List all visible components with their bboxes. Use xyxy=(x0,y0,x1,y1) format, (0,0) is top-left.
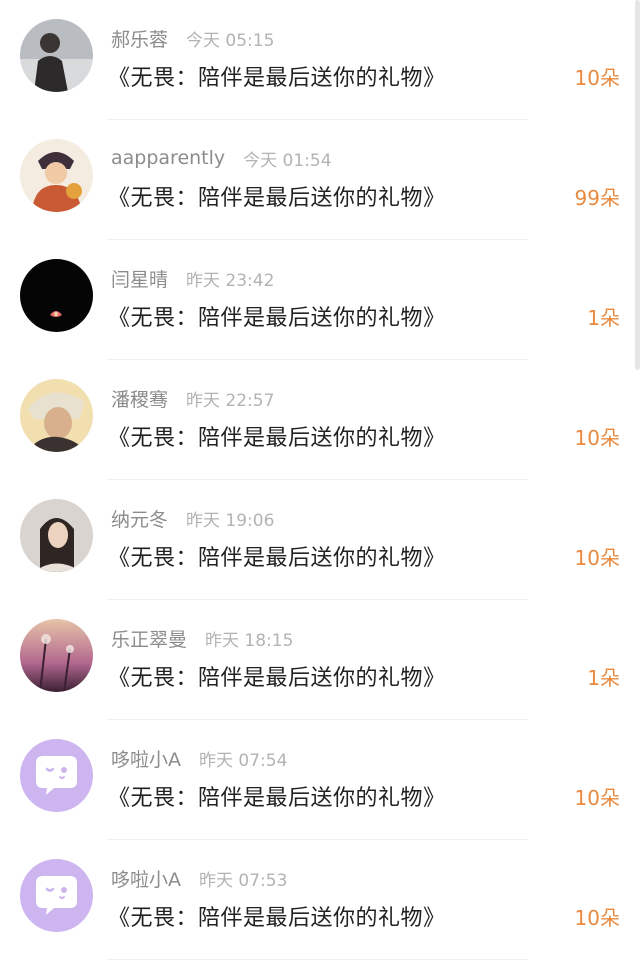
timestamp: 今天 05:15 xyxy=(186,30,275,51)
gift-amount: 10朵 xyxy=(574,546,620,570)
user-name: 潘稷骞 xyxy=(111,388,169,411)
gift-amount: 10朵 xyxy=(574,426,620,450)
user-name: aapparently xyxy=(111,147,226,169)
gift-amount: 10朵 xyxy=(574,786,620,810)
timestamp: 今天 01:54 xyxy=(243,150,332,171)
user-avatar[interactable] xyxy=(20,619,93,692)
gift-title: 《无畏：陪伴是最后送你的礼物》 xyxy=(108,546,446,571)
gift-title: 《无畏：陪伴是最后送你的礼物》 xyxy=(108,666,446,691)
gift-record-list: 郝乐蓉 今天 05:15 《无畏：陪伴是最后送你的礼物》 10朵 aappare… xyxy=(0,0,640,960)
user-avatar[interactable] xyxy=(20,379,93,452)
user-name: 纳元冬 xyxy=(111,508,169,531)
user-avatar[interactable] xyxy=(20,859,93,932)
list-item[interactable]: 潘稷骞 昨天 22:57 《无畏：陪伴是最后送你的礼物》 10朵 xyxy=(0,360,640,480)
user-name: 乐正翠曼 xyxy=(111,628,188,651)
user-name: 闫星晴 xyxy=(111,268,169,291)
user-avatar[interactable] xyxy=(20,739,93,812)
list-item[interactable]: 郝乐蓉 今天 05:15 《无畏：陪伴是最后送你的礼物》 10朵 xyxy=(0,0,640,120)
user-name: 哆啦小A xyxy=(111,748,181,771)
gift-amount: 99朵 xyxy=(574,186,620,210)
timestamp: 昨天 22:57 xyxy=(186,390,275,411)
gift-amount: 10朵 xyxy=(574,66,620,90)
timestamp: 昨天 07:54 xyxy=(199,750,288,771)
timestamp: 昨天 19:06 xyxy=(186,510,275,531)
gift-title: 《无畏：陪伴是最后送你的礼物》 xyxy=(108,186,446,211)
gift-title: 《无畏：陪伴是最后送你的礼物》 xyxy=(108,66,446,91)
divider xyxy=(107,959,527,960)
gift-amount: 10朵 xyxy=(574,906,620,930)
user-name: 哆啦小A xyxy=(111,868,181,891)
gift-title: 《无畏：陪伴是最后送你的礼物》 xyxy=(108,906,446,931)
user-avatar[interactable] xyxy=(20,499,93,572)
user-name: 郝乐蓉 xyxy=(111,28,169,51)
list-item[interactable]: 哆啦小A 昨天 07:54 《无畏：陪伴是最后送你的礼物》 10朵 xyxy=(0,720,640,840)
list-item[interactable]: 纳元冬 昨天 19:06 《无畏：陪伴是最后送你的礼物》 10朵 xyxy=(0,480,640,600)
timestamp: 昨天 18:15 xyxy=(205,630,294,651)
user-avatar[interactable] xyxy=(20,139,93,212)
gift-title: 《无畏：陪伴是最后送你的礼物》 xyxy=(108,306,446,331)
list-item[interactable]: 乐正翠曼 昨天 18:15 《无畏：陪伴是最后送你的礼物》 1朵 xyxy=(0,600,640,720)
user-avatar[interactable] xyxy=(20,259,93,332)
scrollbar[interactable] xyxy=(635,0,640,370)
list-item[interactable]: 闫星晴 昨天 23:42 《无畏：陪伴是最后送你的礼物》 1朵 xyxy=(0,240,640,360)
list-item[interactable]: aapparently 今天 01:54 《无畏：陪伴是最后送你的礼物》 99朵 xyxy=(0,120,640,240)
timestamp: 昨天 07:53 xyxy=(199,870,288,891)
list-item[interactable]: 哆啦小A 昨天 07:53 《无畏：陪伴是最后送你的礼物》 10朵 xyxy=(0,840,640,960)
user-avatar[interactable] xyxy=(20,19,93,92)
gift-title: 《无畏：陪伴是最后送你的礼物》 xyxy=(108,426,446,451)
chat-bubble-icon xyxy=(20,859,93,932)
timestamp: 昨天 23:42 xyxy=(186,270,275,291)
gift-amount: 1朵 xyxy=(587,666,620,690)
gift-amount: 1朵 xyxy=(587,306,620,330)
gift-title: 《无畏：陪伴是最后送你的礼物》 xyxy=(108,786,446,811)
chat-bubble-icon xyxy=(20,739,93,812)
